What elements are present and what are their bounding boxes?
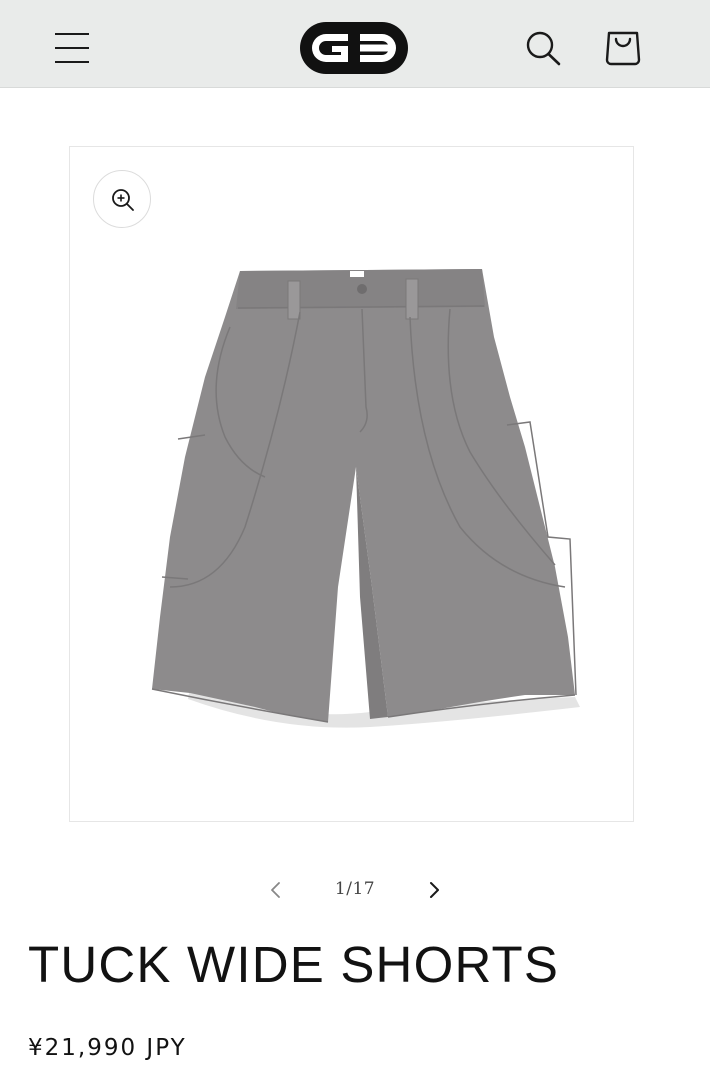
slider-navigation: 1/17 <box>0 870 710 910</box>
zoom-in-icon <box>112 189 134 211</box>
search-icon[interactable] <box>520 26 566 70</box>
slide-counter: 1/17 <box>334 879 376 899</box>
chevron-right-icon[interactable] <box>420 876 448 904</box>
product-media-frame <box>69 146 634 822</box>
shopping-bag-icon[interactable] <box>600 24 646 70</box>
site-header <box>0 0 710 88</box>
chevron-left-icon[interactable] <box>262 876 290 904</box>
hamburger-line <box>55 47 89 49</box>
zoom-button[interactable] <box>93 170 151 228</box>
brand-logo[interactable] <box>298 20 410 76</box>
menu-button[interactable] <box>50 27 94 67</box>
hamburger-menu-icon <box>55 33 89 35</box>
hamburger-line <box>55 61 89 63</box>
product-image[interactable] <box>70 147 634 822</box>
product-price: ¥21,990 JPY <box>28 1035 187 1061</box>
product-title: TUCK WIDE SHORTS <box>28 936 560 993</box>
